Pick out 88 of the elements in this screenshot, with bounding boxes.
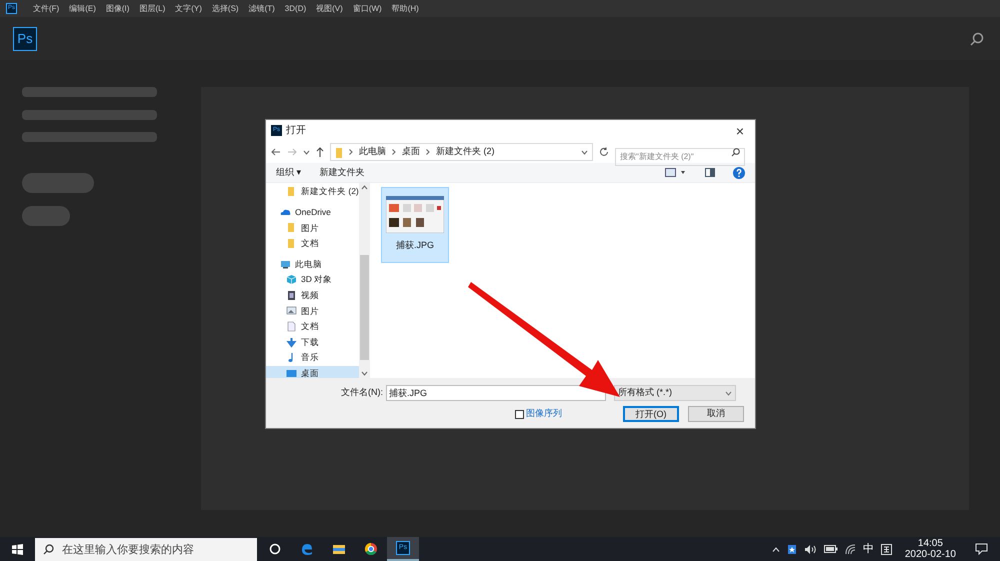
download-icon bbox=[286, 336, 297, 348]
nav-item[interactable]: 文档 bbox=[266, 318, 359, 334]
organize-menu[interactable]: 组织 ▾ bbox=[276, 166, 302, 180]
document-icon bbox=[286, 321, 297, 332]
placeholder-pill bbox=[22, 206, 70, 226]
dialog-title: 打开 bbox=[286, 124, 306, 138]
folder-icon bbox=[286, 238, 297, 250]
scroll-down-icon[interactable] bbox=[361, 371, 368, 376]
folder-icon bbox=[286, 222, 297, 234]
placeholder-pill bbox=[22, 173, 94, 193]
folder-icon bbox=[335, 146, 343, 158]
close-button[interactable]: × bbox=[725, 120, 755, 141]
computer-icon bbox=[280, 258, 291, 270]
menu-item[interactable]: 3D(D) bbox=[284, 2, 306, 14]
search-field[interactable]: 搜索"新建文件夹 (2)" bbox=[615, 148, 745, 166]
windows-start-icon[interactable] bbox=[12, 544, 23, 554]
chevron-right-icon bbox=[349, 149, 353, 155]
volume-icon[interactable] bbox=[804, 544, 817, 554]
menu-item[interactable]: 图像(I) bbox=[106, 2, 130, 14]
breadcrumb-item[interactable]: 桌面 bbox=[402, 145, 420, 159]
scrollbar-thumb[interactable] bbox=[360, 255, 369, 360]
wifi-icon[interactable] bbox=[844, 544, 856, 554]
menu-item[interactable]: 帮助(H) bbox=[392, 2, 419, 14]
nav-item[interactable]: 图片 bbox=[266, 303, 359, 319]
circle-icon bbox=[267, 541, 283, 557]
battery-icon[interactable] bbox=[824, 545, 838, 553]
filename-label: 文件名(N): bbox=[341, 386, 383, 400]
clock-time[interactable]: 14:05 bbox=[918, 538, 943, 549]
scrollbar[interactable] bbox=[359, 183, 370, 378]
desktop-icon bbox=[286, 368, 297, 378]
menu-item[interactable]: 文件(F) bbox=[33, 2, 60, 14]
view-options-icon[interactable] bbox=[665, 168, 687, 177]
chevron-down-icon bbox=[725, 390, 732, 396]
breadcrumb-item[interactable]: 新建文件夹 (2) bbox=[436, 145, 494, 159]
menu-item[interactable]: 视图(V) bbox=[316, 2, 343, 14]
menu-item[interactable]: 滤镜(T) bbox=[248, 2, 275, 14]
nav-item[interactable]: 图片 bbox=[266, 220, 359, 236]
menu-item[interactable]: 窗口(W) bbox=[352, 2, 382, 14]
shield-icon[interactable] bbox=[786, 544, 797, 554]
chevron-down-icon[interactable] bbox=[303, 150, 310, 154]
refresh-icon[interactable] bbox=[599, 147, 609, 157]
search-icon bbox=[731, 148, 740, 157]
cube-icon bbox=[286, 274, 297, 286]
preview-pane-icon[interactable] bbox=[705, 168, 715, 177]
taskbar-search-field[interactable]: 在这里输入你要搜索的内容 bbox=[35, 538, 257, 561]
film-icon bbox=[286, 290, 297, 301]
file-item[interactable]: 捕获.JPG bbox=[381, 187, 449, 263]
search-icon[interactable] bbox=[970, 32, 984, 46]
keyboard-grid-icon[interactable] bbox=[880, 544, 892, 554]
image-sequence-label[interactable]: 图像序列 bbox=[526, 407, 562, 421]
nav-item[interactable]: 视频 bbox=[266, 288, 359, 304]
back-arrow-icon[interactable] bbox=[271, 148, 281, 156]
menu-item[interactable]: 文字(Y) bbox=[175, 2, 202, 14]
menu-item[interactable]: 图层(L) bbox=[139, 2, 166, 14]
e-icon bbox=[299, 541, 315, 557]
breadcrumb-item[interactable]: 此电脑 bbox=[359, 145, 386, 159]
cancel-button[interactable]: 取消 bbox=[688, 406, 744, 422]
input-method-indicator[interactable]: 中 bbox=[862, 540, 874, 558]
new-folder-button[interactable]: 新建文件夹 bbox=[320, 166, 365, 180]
image-icon bbox=[286, 305, 297, 316]
checkbox[interactable] bbox=[515, 410, 524, 418]
help-icon[interactable] bbox=[733, 166, 745, 178]
nav-item[interactable]: 文档 bbox=[266, 236, 359, 252]
chevron-down-icon[interactable] bbox=[581, 150, 588, 154]
up-arrow-icon[interactable] bbox=[316, 147, 324, 157]
nav-item[interactable]: 3D 对象 bbox=[266, 272, 359, 288]
nav-item[interactable]: 下载 bbox=[266, 334, 359, 350]
clock-date[interactable]: 2020-02-10 bbox=[904, 549, 956, 560]
file-type-dropdown[interactable]: 所有格式 (*.*) bbox=[614, 385, 736, 401]
open-button[interactable]: 打开(O) bbox=[623, 406, 679, 422]
nav-item[interactable]: 桌面 bbox=[266, 366, 359, 378]
menu-item[interactable]: 选择(S) bbox=[212, 2, 239, 14]
nav-item[interactable]: 此电脑 bbox=[266, 256, 359, 272]
chevron-right-icon bbox=[426, 149, 430, 155]
scroll-up-icon[interactable] bbox=[361, 185, 368, 190]
nav-item[interactable]: OneDrive bbox=[266, 204, 359, 220]
filename-field[interactable]: 捕获.JPG bbox=[386, 385, 606, 401]
nav-item[interactable]: 新建文件夹 (2) bbox=[266, 184, 359, 200]
chevron-right-icon bbox=[392, 149, 396, 155]
menu-item[interactable]: 编辑(E) bbox=[69, 2, 96, 14]
chevron-up-icon[interactable] bbox=[772, 546, 780, 552]
nav-item[interactable]: 音乐 bbox=[266, 350, 359, 366]
address-bar[interactable]: 此电脑 桌面 新建文件夹 (2) bbox=[330, 143, 593, 161]
folder-icon bbox=[286, 186, 297, 198]
browser-icon bbox=[363, 541, 379, 557]
search-icon bbox=[43, 544, 54, 555]
app-logo: Ps bbox=[13, 26, 37, 50]
notification-icon[interactable] bbox=[975, 543, 988, 555]
